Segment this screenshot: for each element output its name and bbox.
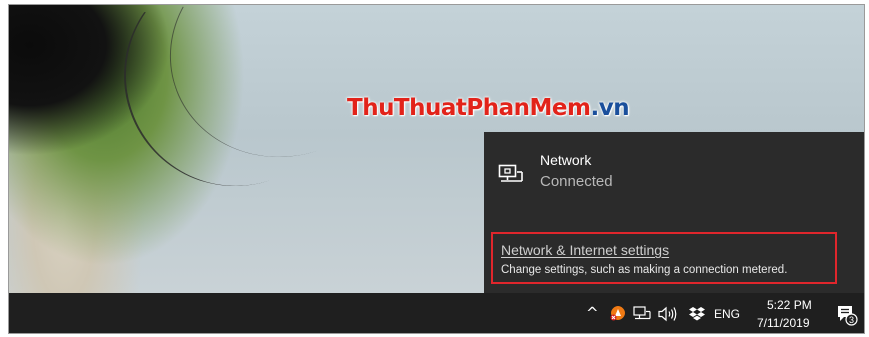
network-flyout: Network Connected Network & Internet set… bbox=[484, 132, 864, 293]
taskbar: ^ ENG 5:22 PM 7/11/2019 3 bbox=[9, 293, 864, 333]
watermark-part-3: .vn bbox=[590, 95, 630, 121]
network-name: Network bbox=[540, 152, 592, 168]
action-center-button[interactable]: 3 bbox=[836, 304, 858, 326]
watermark-part-2: PhanMem bbox=[466, 95, 591, 121]
site-watermark: ThuThuatPhanMem.vn bbox=[347, 95, 630, 121]
network-internet-settings-link[interactable]: Network & Internet settings bbox=[501, 242, 669, 258]
action-center-icon: 3 bbox=[838, 306, 858, 326]
speaker-icon[interactable] bbox=[658, 306, 678, 322]
input-language-indicator[interactable]: ENG bbox=[714, 307, 740, 321]
notification-count: 3 bbox=[849, 315, 854, 325]
dropbox-icon[interactable] bbox=[689, 306, 705, 321]
avast-icon[interactable] bbox=[610, 305, 626, 321]
chevron-up-icon[interactable]: ^ bbox=[586, 304, 599, 322]
clock-date[interactable]: 7/11/2019 bbox=[757, 316, 810, 330]
watermark-part-1: ThuThuat bbox=[347, 95, 467, 121]
network-connection-item[interactable]: Network Connected bbox=[498, 152, 798, 196]
settings-highlight-box: Network & Internet settings Change setti… bbox=[491, 232, 837, 284]
ethernet-icon bbox=[498, 164, 523, 182]
ethernet-icon[interactable] bbox=[633, 306, 651, 322]
settings-description: Change settings, such as making a connec… bbox=[501, 264, 788, 276]
screenshot-frame: ThuThuatPhanMem.vn Network Connected Net… bbox=[8, 4, 865, 334]
network-status: Connected bbox=[540, 173, 613, 190]
clock-time[interactable]: 5:22 PM bbox=[767, 298, 812, 312]
